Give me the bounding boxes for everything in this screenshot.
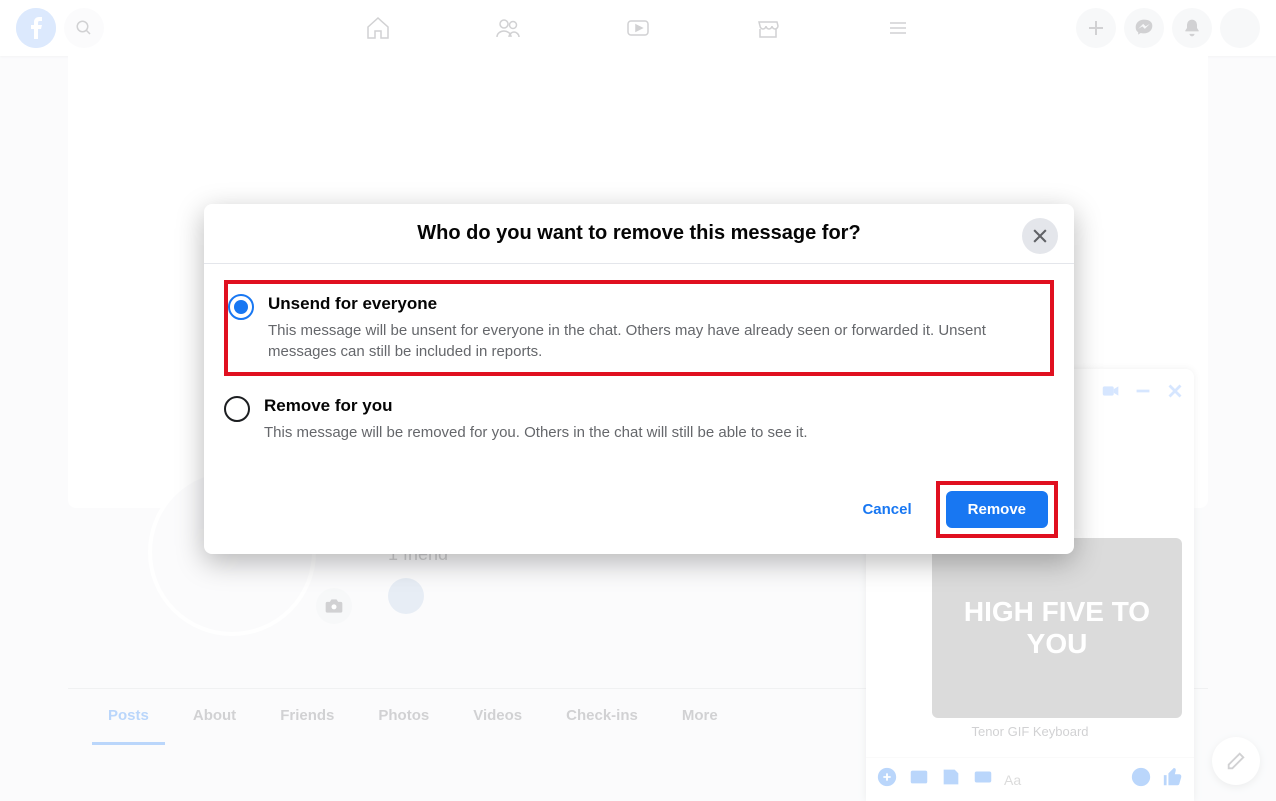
option-title: Unsend for everyone [268,294,1050,314]
remove-message-dialog: Who do you want to remove this message f… [204,204,1074,554]
option-description: This message will be unsent for everyone… [268,320,1050,362]
close-dialog-button[interactable] [1022,218,1058,254]
highlight-remove: Remove [936,481,1058,538]
remove-button[interactable]: Remove [946,491,1048,528]
dialog-footer: Cancel Remove [204,469,1074,554]
modal-overlay: Who do you want to remove this message f… [0,0,1276,801]
option-remove-for-you[interactable]: Remove for you This message will be remo… [224,386,1054,453]
cancel-button[interactable]: Cancel [848,491,925,528]
option-description: This message will be removed for you. Ot… [264,422,808,443]
option-unsend-everyone[interactable]: Unsend for everyone This message will be… [224,280,1054,376]
radio-unsend-everyone[interactable] [228,294,254,320]
option-title: Remove for you [264,396,808,416]
dialog-body: Unsend for everyone This message will be… [204,264,1074,469]
close-icon [1030,226,1050,246]
radio-remove-for-you[interactable] [224,396,250,422]
dialog-header: Who do you want to remove this message f… [204,204,1074,264]
dialog-title: Who do you want to remove this message f… [417,222,860,245]
